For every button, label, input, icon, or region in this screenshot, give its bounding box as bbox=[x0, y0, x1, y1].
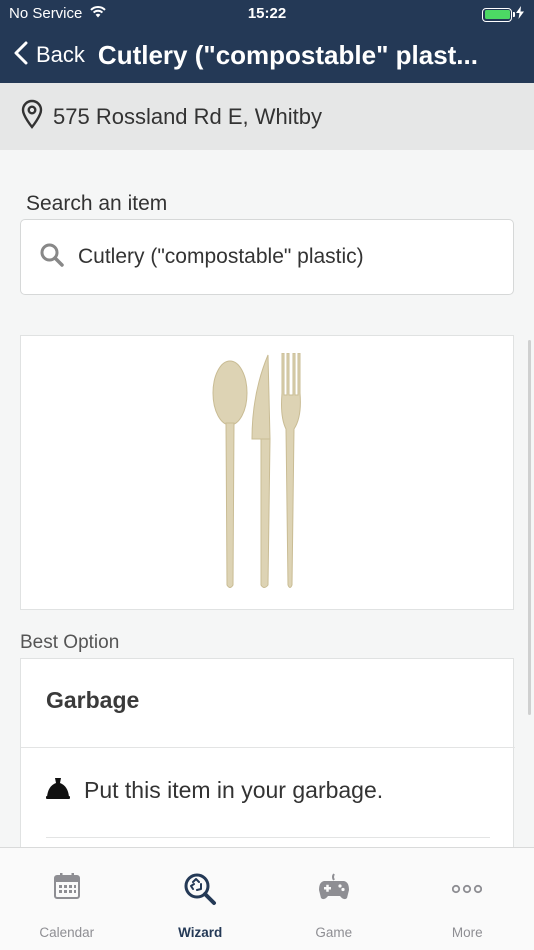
garbage-bag-icon bbox=[46, 777, 70, 804]
item-image bbox=[20, 335, 514, 610]
address-text: 575 Rossland Rd E, Whitby bbox=[53, 103, 323, 129]
tab-bar: Calendar Wizard Game More bbox=[0, 847, 534, 950]
divider bbox=[46, 837, 490, 838]
search-icon bbox=[39, 242, 65, 273]
gamepad-icon bbox=[318, 872, 350, 907]
wizard-search-icon bbox=[183, 872, 217, 911]
search-label: Search an item bbox=[26, 192, 168, 215]
tab-game[interactable]: Game bbox=[267, 848, 401, 950]
tab-label: Calendar bbox=[39, 925, 95, 940]
tab-wizard[interactable]: Wizard bbox=[134, 848, 268, 950]
search-box[interactable] bbox=[20, 219, 514, 295]
tab-label: Wizard bbox=[178, 925, 223, 940]
option-title: Garbage bbox=[46, 687, 140, 713]
status-bar: No Service 15:22 bbox=[0, 0, 534, 28]
navigation-bar: Back Cutlery ("compostable" plast... bbox=[0, 30, 534, 80]
cutlery-image bbox=[212, 352, 301, 588]
scrollbar[interactable] bbox=[528, 340, 531, 715]
option-instruction: Put this item in your garbage. bbox=[46, 777, 383, 804]
clock: 15:22 bbox=[247, 5, 287, 22]
option-text: Put this item in your garbage. bbox=[84, 777, 384, 803]
tab-calendar[interactable]: Calendar bbox=[0, 848, 134, 950]
battery-icon bbox=[482, 7, 515, 22]
back-button[interactable]: Back bbox=[14, 41, 85, 70]
more-dots-icon bbox=[452, 881, 483, 899]
back-label: Back bbox=[36, 42, 85, 67]
calendar-icon bbox=[53, 872, 81, 905]
map-pin-icon bbox=[20, 99, 44, 134]
best-option-label: Best Option bbox=[20, 632, 120, 653]
battery-indicator bbox=[482, 6, 524, 23]
tab-label: More bbox=[451, 925, 483, 940]
best-option-card: Garbage Put this item in your garbage. bbox=[20, 658, 515, 858]
divider bbox=[21, 747, 515, 748]
tab-label: Game bbox=[315, 925, 353, 940]
tab-more[interactable]: More bbox=[401, 848, 534, 950]
location-bar[interactable]: 575 Rossland Rd E, Whitby bbox=[0, 83, 534, 150]
search-input[interactable] bbox=[78, 245, 478, 269]
page-title: Cutlery ("compostable" plast... bbox=[97, 39, 478, 70]
charging-icon bbox=[516, 6, 524, 23]
header: No Service 15:22 Back Cutlery ("composta… bbox=[0, 0, 534, 83]
chevron-left-icon bbox=[14, 41, 28, 70]
